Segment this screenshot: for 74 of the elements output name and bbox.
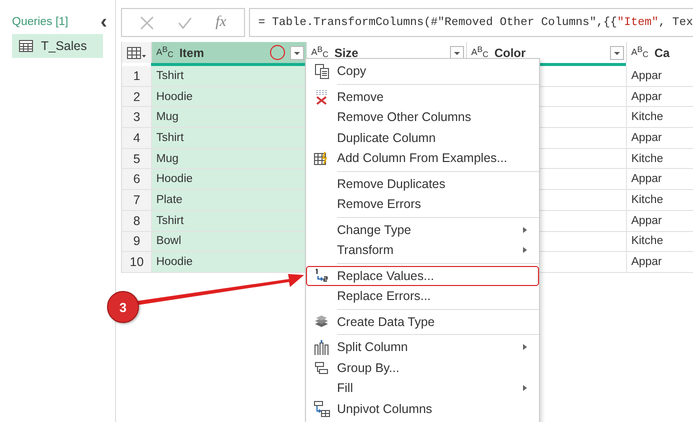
group-by-icon [314, 360, 329, 375]
menu-item[interactable]: Fill [306, 378, 539, 398]
table-cell: Appar [626, 169, 686, 190]
remove-column-icon [314, 88, 328, 105]
menu-item[interactable]: Remove [306, 86, 539, 107]
menu-item[interactable]: Remove Other Columns [306, 107, 539, 128]
table-cell: Hoodie [151, 252, 306, 272]
menu-item[interactable]: Duplicate Column [306, 128, 539, 148]
layers-icon [314, 314, 329, 329]
table-cell: Bowl [151, 232, 306, 252]
table-cell: Hoodie [151, 169, 306, 190]
dropdown-icon[interactable] [610, 46, 624, 60]
add-column-icon [314, 150, 329, 166]
row-number: 1 [122, 66, 152, 86]
menu-item[interactable]: Change Type [306, 220, 539, 240]
table-cell: Plate [151, 190, 306, 210]
submenu-arrow-icon [523, 247, 527, 254]
table-cell: Tshirt [151, 128, 306, 148]
menu-item[interactable]: Remove Duplicates [306, 174, 539, 194]
menu-item[interactable]: Transform [306, 240, 539, 260]
menu-item[interactable]: Create Data Type [306, 312, 539, 332]
copy-icon [314, 64, 328, 79]
query-item[interactable]: T_Sales [12, 34, 104, 58]
table-cell: Appar [626, 128, 686, 148]
dropdown-icon[interactable] [450, 46, 464, 60]
submenu-arrow-icon [523, 344, 527, 350]
formula-field[interactable]: = Table.TransformColumns(#"Removed Other Columns",{{"Item", Tex [249, 8, 693, 37]
column-name: Size [334, 46, 358, 60]
row-number: 4 [122, 128, 152, 148]
row-number: 7 [122, 190, 152, 210]
menu-item[interactable]: Replace Errors... [306, 286, 539, 306]
check-icon[interactable] [178, 16, 192, 30]
table-cell: Kitche [626, 232, 686, 252]
row-number: 3 [122, 107, 152, 128]
row-number: 10 [122, 252, 152, 272]
menu-item[interactable]: Replace Values... [306, 266, 539, 286]
submenu-arrow-icon [523, 226, 527, 233]
menu-item[interactable]: Split Column [306, 337, 539, 358]
table-cell: Mug [151, 148, 306, 168]
column-name: Item [179, 46, 204, 60]
menu-item[interactable]: Remove Errors [306, 194, 539, 214]
row-number: 9 [122, 232, 152, 252]
menu-item[interactable]: Copy [306, 61, 539, 82]
step-badge: 3 [107, 291, 139, 323]
menu-item[interactable]: Unpivot Columns [306, 398, 539, 419]
table-cell: Appar [626, 210, 686, 230]
table-icon [19, 40, 33, 52]
collapse-button[interactable]: ‹ [100, 15, 108, 29]
table-cell: Appar [626, 66, 686, 86]
unpivot-icon [314, 400, 330, 417]
table-cell: Hoodie [151, 86, 306, 106]
row-number: 6 [122, 169, 152, 190]
table-cell: Kitche [626, 190, 686, 210]
table-cell: Tshirt [151, 66, 306, 86]
queries-title: Queries [1] [12, 16, 68, 28]
column-name: Color [494, 46, 526, 60]
menu-item[interactable]: Group By... [306, 358, 539, 378]
row-number: 5 [122, 148, 152, 168]
table-menu-icon[interactable] [122, 42, 152, 63]
row-number: 2 [122, 86, 152, 106]
table-cell: Tshirt [151, 210, 306, 230]
table-cell: Kitche [626, 148, 686, 168]
submenu-arrow-icon [523, 385, 527, 392]
menu-item[interactable]: Add Column From Examples... [306, 148, 539, 168]
row-number: 8 [122, 210, 152, 230]
replace-values-icon [314, 268, 329, 284]
table-cell: Kitche [626, 107, 686, 128]
table-cell: Mug [151, 107, 306, 128]
fx-button[interactable]: fx [216, 14, 226, 31]
dropdown-icon[interactable] [290, 46, 304, 60]
table-cell: Appar [626, 252, 686, 272]
split-column-icon [314, 340, 329, 355]
table-cell: Appar [626, 86, 686, 106]
column-name: Ca [654, 46, 670, 60]
